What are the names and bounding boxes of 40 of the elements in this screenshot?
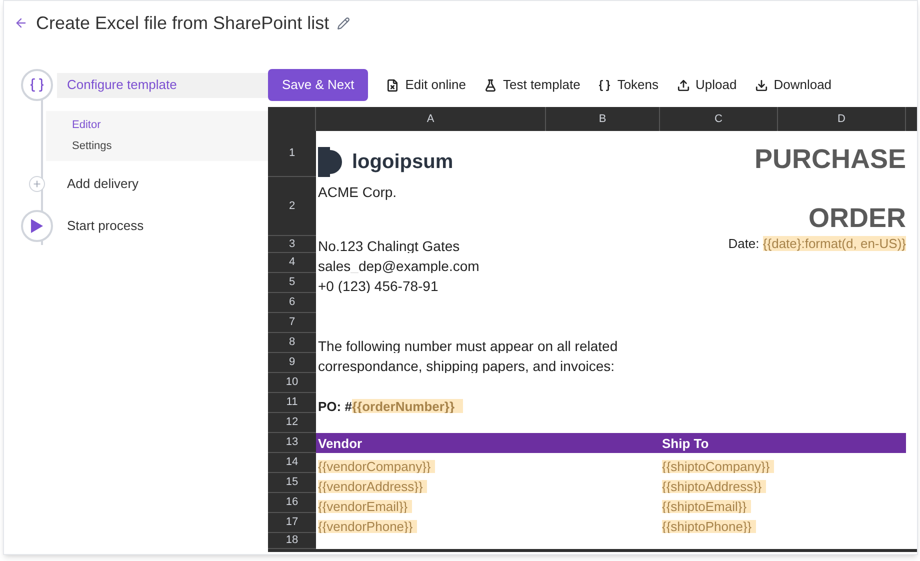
toolbar-button[interactable]: Edit online [386, 75, 466, 95]
step-item[interactable]: Configure template [57, 72, 268, 98]
substep-item[interactable]: Editor [46, 115, 268, 136]
step-item[interactable]: Start process [57, 214, 268, 238]
cell-text: correspondance, shipping papers, and invoices: [318, 359, 615, 373]
step-item[interactable]: Add delivery [57, 171, 268, 196]
play-icon[interactable] [21, 210, 53, 242]
template-token: {{vendorCompany}} [318, 460, 435, 473]
download-icon [754, 78, 768, 92]
po-number: PO: #{{orderNumber}} [318, 400, 463, 413]
toolbar-button[interactable]: Test template [484, 75, 580, 95]
column-heading: Vendor [318, 436, 362, 450]
template-token: {{vendorEmail}} [318, 500, 412, 513]
upload-icon [676, 78, 690, 92]
cell-text: ACME Corp. [318, 185, 397, 199]
document-heading: PURCHASE [754, 146, 906, 176]
flask-icon [484, 78, 497, 92]
file-icon [386, 78, 400, 92]
substep-item[interactable]: Settings [46, 136, 268, 157]
save-next-button[interactable]: Save & Next [268, 69, 368, 101]
toolbar-button[interactable]: Download [754, 75, 832, 95]
page-title: Create Excel file from SharePoint list [36, 12, 330, 34]
cell-text: No.123 Chalingt Gates [318, 239, 460, 253]
cell-text: sales_dep@example.com [318, 259, 480, 273]
document-heading: ORDER [808, 205, 906, 235]
column-heading: Ship To [662, 436, 709, 450]
edit-icon[interactable] [337, 16, 350, 30]
toolbar-button[interactable]: Upload [676, 75, 737, 95]
back-icon[interactable] [14, 16, 28, 30]
template-token: {{shiptoEmail}} [662, 500, 751, 513]
template-token: {{shiptoAddress}} [662, 480, 766, 493]
template-token: {{vendorPhone}} [318, 520, 417, 533]
template-token: {{vendorAddress}} [318, 480, 427, 493]
cell-text: The following number must appear on all related [318, 339, 618, 353]
template-token: {{shiptoCompany}} [662, 460, 774, 473]
cell-text: +0 (123) 456-78-91 [318, 279, 438, 293]
toolbar-button[interactable]: Tokens [598, 75, 659, 95]
braces-icon [598, 78, 612, 92]
logo: logoipsum [318, 147, 454, 177]
template-token: {{shiptoPhone}} [662, 520, 756, 533]
